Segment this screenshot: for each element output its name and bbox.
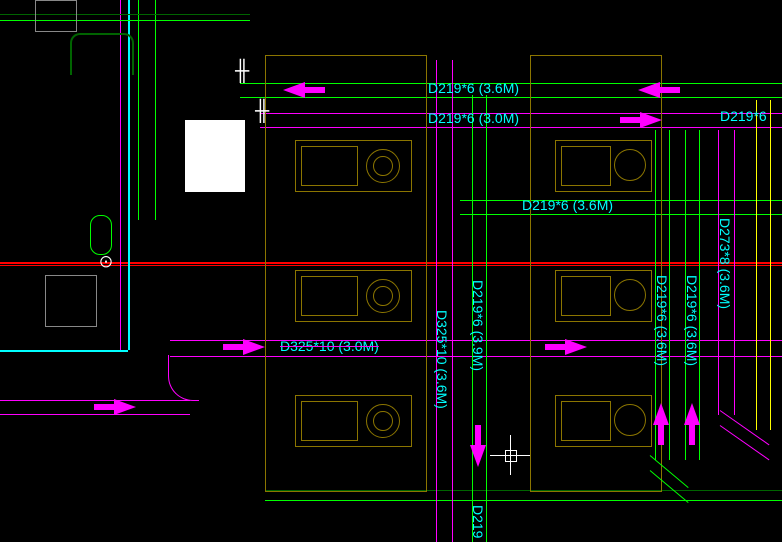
- pipe-left-v-g1: [138, 0, 139, 220]
- small-box-1: [35, 0, 77, 32]
- flow-arrow-right-3-icon: [243, 339, 265, 355]
- pipe-v-green-1b: [486, 95, 487, 542]
- pipe-label-mid-strike: D325*10 (3.0M): [280, 338, 379, 354]
- flow-arrow-left-icon: [283, 82, 305, 98]
- pipe-bottom-green-a: [265, 500, 782, 501]
- flow-arrow-tail: [660, 87, 680, 93]
- pump-unit-2: [295, 270, 412, 322]
- white-block: [185, 120, 245, 192]
- pipe-label-v5: D273*8 (3.6M): [717, 218, 733, 309]
- flow-arrow-up-2-icon: [684, 403, 700, 425]
- pipe-left-h-cyan: [0, 350, 128, 352]
- valve-symbol-icon: ⨀: [100, 254, 112, 268]
- pipe-label-topright: D219*6: [720, 108, 767, 124]
- pipe-label-v1: D325*10 (3.6M): [434, 310, 450, 409]
- diag-pipe-2: [720, 425, 770, 460]
- pipe-label-v4: D219*6 (3.6M): [684, 275, 700, 366]
- cursor-pickbox: [505, 450, 517, 462]
- pipe-left-v-g2: [155, 0, 156, 220]
- flow-arrow-tail: [223, 344, 243, 350]
- pipe-label-top2: D219*6 (3.0M): [428, 110, 519, 126]
- crossing-symbol-2-icon: ╫: [255, 100, 269, 123]
- flow-arrow-tail: [94, 404, 114, 410]
- pump-unit-6: [555, 395, 652, 447]
- pump-unit-5: [555, 270, 652, 322]
- flow-arrow-down-icon: [470, 445, 486, 467]
- flow-arrow-tail-v: [475, 425, 481, 445]
- flow-arrow-tail: [545, 344, 565, 350]
- green-oval: [90, 215, 112, 255]
- crossing-symbol-icon: ╫: [235, 60, 249, 83]
- flow-arrow-up-icon: [653, 403, 669, 425]
- green-loop: [70, 33, 134, 75]
- pipe-label-top1: D219*6 (3.6M): [428, 80, 519, 96]
- pipe-bend: [168, 355, 199, 401]
- pipe-v-mag-rb: [734, 130, 735, 415]
- flow-arrow-left-2-icon: [638, 82, 660, 98]
- pipe-label-mid1: D219*6 (3.6M): [522, 197, 613, 213]
- pipe-bottom-left-b: [0, 414, 190, 415]
- flow-arrow-right-icon: [640, 112, 662, 128]
- pipe-bottom-left-a: [0, 400, 190, 401]
- pump-unit-3: [295, 395, 412, 447]
- diag-pipe-1: [720, 410, 770, 445]
- flow-arrow-tail-v: [689, 425, 695, 445]
- pipe-label-v3: D219*6 (3.6M): [654, 275, 670, 366]
- pipe-v-yellow-a: [756, 100, 757, 430]
- pipe-v-yellow-b: [770, 100, 771, 430]
- flow-arrow-right-2-icon: [565, 339, 587, 355]
- pipe-v-mag-central-a: [436, 60, 437, 542]
- cad-drawing-canvas[interactable]: ⨀ ╫ ╫: [0, 0, 782, 542]
- flow-arrow-tail: [305, 87, 325, 93]
- pipe-v-mag-central-b: [452, 60, 453, 542]
- flow-arrow-right-4-icon: [114, 399, 136, 415]
- pipe-label-bottom: D219: [470, 505, 486, 538]
- flow-arrow-tail: [620, 117, 640, 123]
- pump-unit-4: [555, 140, 652, 192]
- flow-arrow-tail-v: [658, 425, 664, 445]
- small-box-2: [45, 275, 97, 327]
- pipe-label-v2: D219*6 (3.9M): [470, 280, 486, 371]
- pump-unit-1: [295, 140, 412, 192]
